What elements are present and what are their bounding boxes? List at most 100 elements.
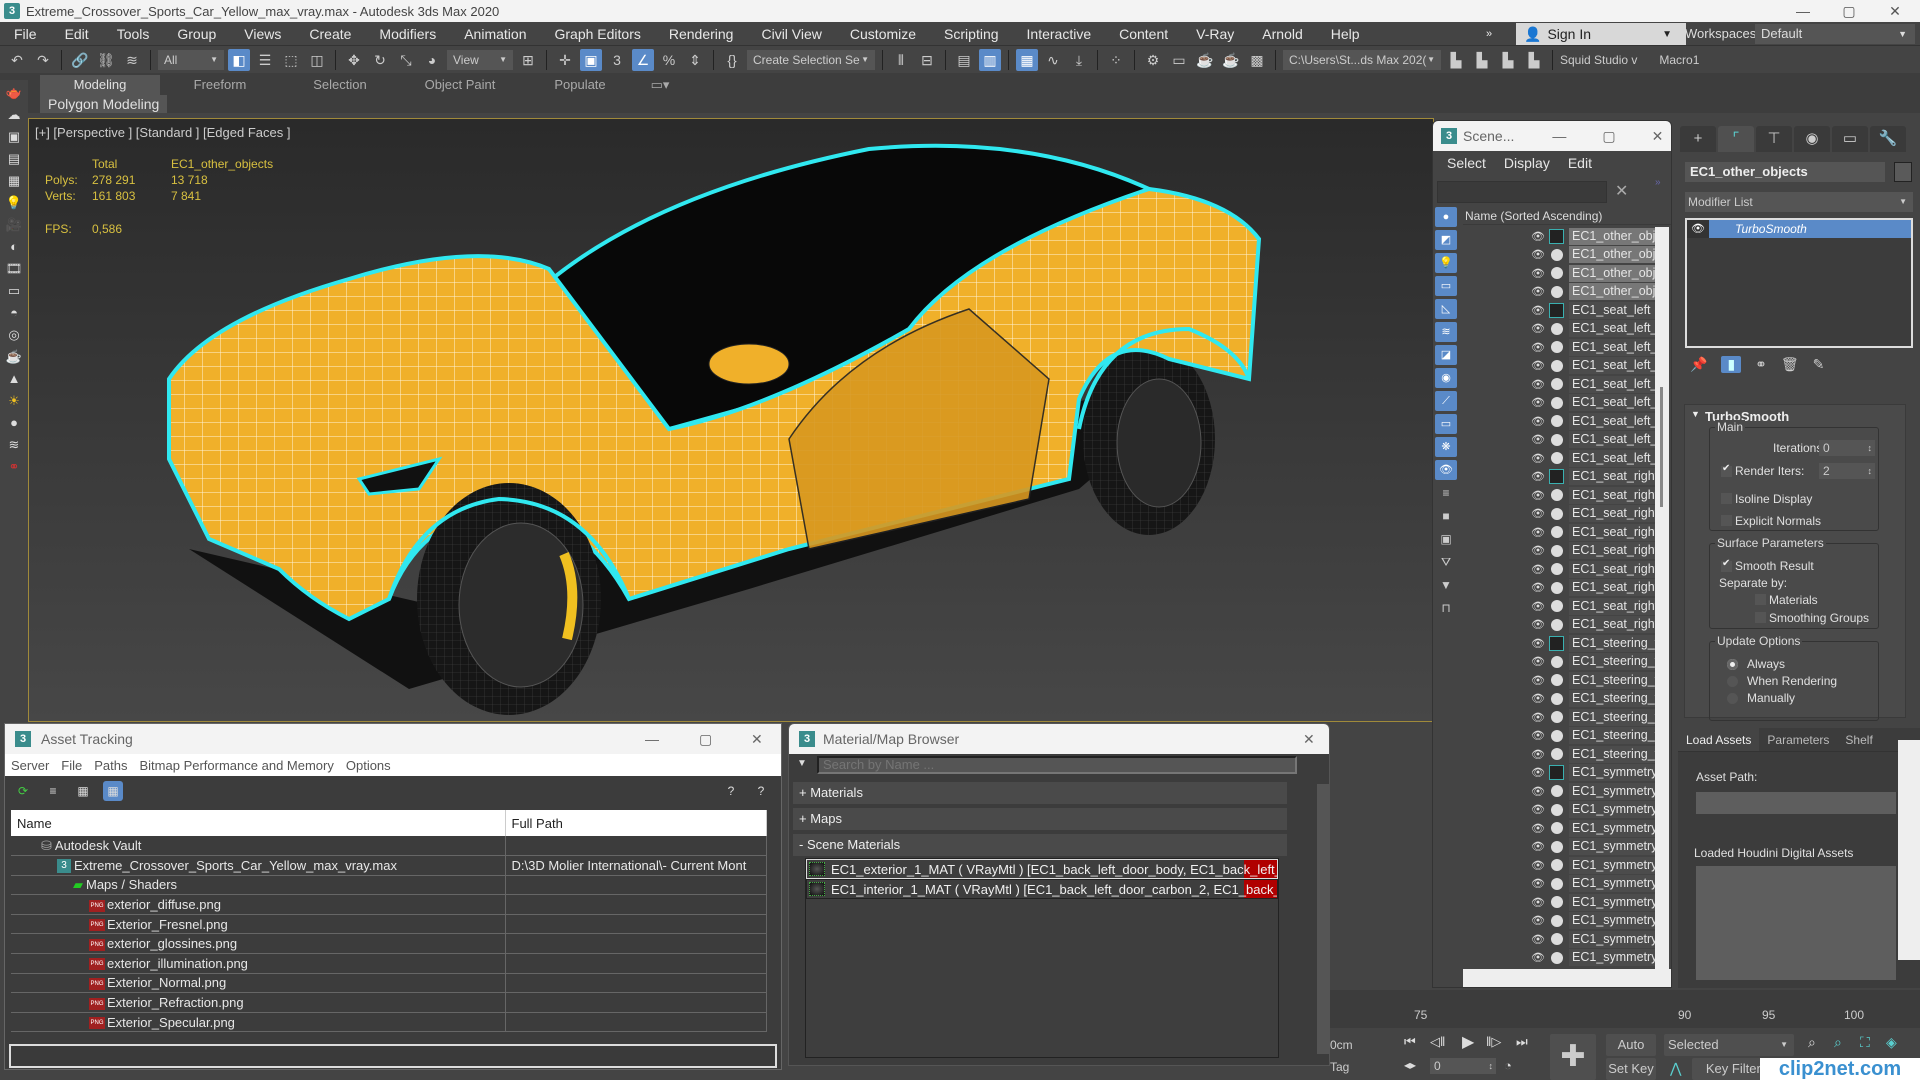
rendered-frame-window-icon[interactable]: ▭ [1168, 49, 1190, 71]
visibility-eye-icon[interactable]: 👁 [1531, 933, 1545, 946]
scene-vertical-scrollbar[interactable] [1655, 227, 1669, 969]
scrollbar-thumb[interactable] [1660, 387, 1663, 507]
tab-parameters[interactable]: Parameters [1759, 728, 1837, 751]
houdini-scrollbar[interactable] [1898, 740, 1920, 960]
dome-light-icon[interactable]: ◓ [3, 304, 25, 322]
pivot-center-icon[interactable]: ⊞ [517, 49, 539, 71]
menu-file[interactable]: File [0, 26, 51, 42]
ribbon-tab-populate[interactable]: Populate [520, 75, 640, 95]
project-folder-icon[interactable]: ▙ [1497, 49, 1519, 71]
open-project-icon[interactable]: ▙ [1471, 49, 1493, 71]
category-maps[interactable]: + Maps [793, 808, 1287, 830]
scene-object-row[interactable]: 👁 EC1_symmetry_sha [1463, 930, 1655, 949]
scene-object-row[interactable]: 👁 EC1_steering_whee [1463, 708, 1655, 727]
asset-row[interactable]: PNG exterior_illumination.png [11, 953, 767, 974]
column-header-full-path[interactable]: Full Path [505, 810, 767, 836]
help-icon[interactable]: ? [721, 781, 741, 801]
material-editor-icon[interactable]: ⁘ [1105, 49, 1127, 71]
xrefs-filter-icon[interactable]: ◉ [1435, 368, 1457, 388]
scene-object-row[interactable]: 👁 EC1_other_objects_ [1463, 264, 1655, 283]
asset-row[interactable]: PNG exterior_diffuse.png [11, 894, 767, 915]
scene-object-row[interactable]: 👁 EC1_seat_right_refl [1463, 616, 1655, 635]
mirror-icon[interactable]: ⫴ [890, 49, 912, 71]
menu-scripting[interactable]: Scripting [930, 26, 1012, 42]
close-button[interactable]: ✕ [1303, 731, 1315, 748]
collapse-icon[interactable]: ▼ [1691, 409, 1700, 419]
molecule-icon[interactable]: ⚭ [3, 458, 25, 476]
scene-object-row[interactable]: 👁 EC1_seat_right_alu [1463, 486, 1655, 505]
material-browser-titlebar[interactable]: 3 Material/Map Browser ✕ [789, 724, 1329, 754]
scene-explorer-titlebar[interactable]: 3 Scene... — ▢ ✕ [1433, 121, 1671, 151]
project-path-icon[interactable]: ▙ [1523, 49, 1545, 71]
visibility-eye-icon[interactable]: 👁 [1531, 452, 1545, 465]
auto-key-button[interactable]: Auto Key [1606, 1034, 1656, 1074]
browser-options-icon[interactable]: ▼ [797, 758, 807, 769]
modifier-list-dropdown[interactable]: Modifier List ▼ [1685, 192, 1913, 212]
visibility-eye-icon[interactable]: 👁 [1531, 655, 1545, 668]
explicit-normals-checkbox[interactable] [1721, 515, 1732, 526]
visibility-eye-icon[interactable]: 👁 [1531, 563, 1545, 576]
scene-object-row[interactable]: 👁 EC1_other_objects_ [1463, 283, 1655, 302]
scene-object-row[interactable]: 👁 EC1_symmetry_plas [1463, 856, 1655, 875]
menu-vray[interactable]: V-Ray [1182, 26, 1248, 42]
category-scene-materials[interactable]: - Scene Materials [793, 834, 1287, 856]
object-color-swatch[interactable] [1894, 162, 1912, 182]
set-project-icon[interactable]: ▙ [1445, 49, 1467, 71]
redo-icon[interactable]: ↷ [32, 49, 54, 71]
asset-row[interactable]: PNG Exterior_Fresnel.png [11, 914, 767, 935]
next-frame-icon[interactable]: ‖▷ [1486, 1034, 1501, 1050]
visibility-eye-icon[interactable]: 👁 [1531, 359, 1545, 372]
scene-object-row[interactable]: 👁 EC1_seat_left_plast [1463, 412, 1655, 431]
previous-frame-icon[interactable]: ◁‖ [1430, 1034, 1445, 1050]
material-item[interactable]: EC1_exterior_1_MAT ( VRayMtl ) [EC1_back… [806, 859, 1278, 879]
squid-studio-button[interactable]: Squid Studio v [1560, 53, 1637, 67]
geometry-filter-icon[interactable]: ● [1435, 207, 1457, 227]
go-to-end-icon[interactable]: ⏭ [1516, 1034, 1528, 1050]
shapes-filter-icon[interactable]: ◩ [1435, 230, 1457, 250]
asset-menu-options[interactable]: Options [346, 758, 391, 773]
material-browser-scrollbar[interactable] [1317, 784, 1329, 1054]
time-configuration-icon[interactable]: ◔ [1504, 1058, 1512, 1073]
table-icon[interactable]: ▦ [3, 172, 25, 190]
visibility-eye-icon[interactable]: 👁 [1531, 896, 1545, 909]
menu-content[interactable]: Content [1105, 26, 1182, 42]
utilities-tab-icon[interactable]: 🔧 [1870, 126, 1906, 152]
snaps-toggle-icon[interactable]: 3 [606, 49, 628, 71]
window-crossing-icon[interactable]: ◫ [306, 49, 328, 71]
visibility-eye-icon[interactable]: 👁 [1531, 692, 1545, 705]
show-end-result-icon[interactable]: ▮ [1721, 356, 1742, 373]
scene-object-row[interactable]: 👁 EC1_other_objects_ [1463, 246, 1655, 265]
scene-object-row[interactable]: 👁 EC1_symmetry_refle [1463, 912, 1655, 931]
scene-object-row[interactable]: 👁 EC1_steering_whee [1463, 634, 1655, 653]
go-to-start-icon[interactable]: ⏮ [1404, 1034, 1416, 1050]
visibility-eye-icon[interactable]: 👁 [1531, 415, 1545, 428]
scene-object-row[interactable]: 👁 EC1_steering_whee [1463, 727, 1655, 746]
menu-edit[interactable]: Edit [51, 26, 103, 42]
scene-object-row[interactable]: 👁 EC1_symmetry_blac [1463, 801, 1655, 820]
rotate-icon[interactable]: ↻ [369, 49, 391, 71]
ribbon-polygon-modeling[interactable]: Polygon Modeling [40, 95, 168, 113]
scene-object-row[interactable]: 👁 EC1_steering_whee [1463, 745, 1655, 764]
tab-load-assets[interactable]: Load Assets [1678, 728, 1760, 751]
bind-space-warp-icon[interactable]: ≋ [121, 49, 143, 71]
scene-object-row[interactable]: 👁 EC1_seat_left_refle [1463, 449, 1655, 468]
link-icon[interactable]: 🔗 [69, 49, 91, 71]
scene-object-row[interactable]: 👁 EC1_symmetry_plas [1463, 875, 1655, 894]
visibility-eye-icon[interactable]: 👁 [1531, 285, 1545, 298]
pin-stack-icon[interactable]: 📌 [1690, 356, 1707, 373]
scene-object-row[interactable]: 👁 EC1_symmetry [1463, 764, 1655, 783]
groups-filter-icon[interactable]: ◪ [1435, 345, 1457, 365]
set-key-button[interactable]: Set Key [1606, 1058, 1656, 1080]
scene-object-row[interactable]: 👁 EC1_symmetry_carb [1463, 819, 1655, 838]
key-mode-icon[interactable]: ◂▸ [1404, 1058, 1416, 1072]
align-icon[interactable]: ⊟ [916, 49, 938, 71]
minimize-button[interactable]: — [645, 731, 659, 747]
cloud-icon[interactable]: ☁ [3, 106, 25, 124]
asset-row[interactable]: PNG Exterior_Refraction.png [11, 992, 767, 1013]
material-search-input[interactable] [817, 756, 1297, 774]
menu-group[interactable]: Group [163, 26, 230, 42]
help-settings-icon[interactable]: ? [751, 781, 771, 801]
motion-tab-icon[interactable]: ◉ [1794, 126, 1830, 152]
visibility-eye-icon[interactable]: 👁 [1531, 951, 1545, 964]
display-tab-icon[interactable]: ▭ [1832, 126, 1868, 152]
